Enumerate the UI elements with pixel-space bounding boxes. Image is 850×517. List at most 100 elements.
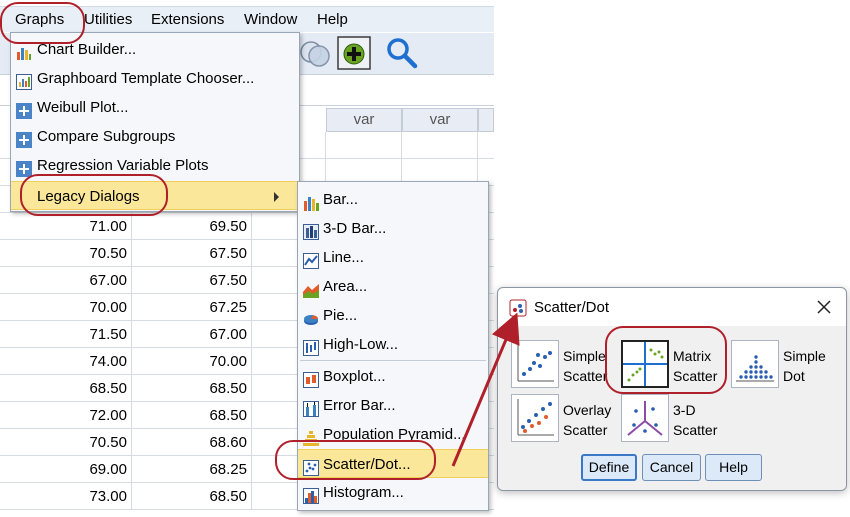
menu-item-label: Weibull Plot... [37, 99, 129, 116]
menu-window[interactable]: Window [244, 11, 297, 31]
option-label: Simple [563, 348, 606, 364]
area-chart-icon [303, 279, 319, 298]
table-cell[interactable]: 68.50 [0, 375, 132, 402]
column-header-var[interactable]: var [402, 108, 478, 132]
table-cell[interactable]: 71.50 [0, 321, 132, 348]
dialog-titlebar[interactable]: Scatter/Dot [498, 288, 846, 326]
help-button[interactable]: Help [705, 454, 762, 481]
table-cell[interactable]: 67.00 [132, 321, 252, 348]
bar-chart-icon [303, 192, 319, 211]
menu-item-label: Boxplot... [323, 368, 386, 385]
table-cell[interactable]: 68.25 [132, 456, 252, 483]
legacy-dialogs-submenu: Bar... 3-D Bar... Line... Area... Pie...… [297, 181, 489, 511]
table-cell[interactable]: 72.00 [0, 402, 132, 429]
menu-item-label: High-Low... [323, 336, 399, 353]
plus-box-icon [16, 129, 32, 148]
option-overlay-scatter[interactable]: Overlay Scatter [511, 394, 619, 444]
option-label: Dot [783, 368, 805, 384]
menu-item-label: Pie... [323, 307, 358, 324]
menu-item-pie[interactable]: Pie... [298, 301, 488, 330]
search-icon[interactable] [384, 36, 418, 70]
menu-item-weibull[interactable]: Weibull Plot... [11, 93, 299, 122]
menu-graphs[interactable]: Graphs [15, 11, 64, 31]
menu-help[interactable]: Help [317, 11, 348, 31]
table-cell[interactable]: 70.50 [0, 429, 132, 456]
option-matrix-scatter[interactable]: Matrix Scatter [621, 340, 729, 390]
menu-item-compare-subgroups[interactable]: Compare Subgroups [11, 122, 299, 151]
option-label: 3-D [673, 402, 696, 418]
menu-item-boxplot[interactable]: Boxplot... [298, 362, 488, 391]
menu-item-label: Graphboard Template Chooser... [37, 70, 255, 87]
menu-item-chart-builder[interactable]: Chart Builder... [11, 35, 299, 64]
menu-item-label: Histogram... [323, 484, 404, 501]
menu-item-high-low[interactable]: High-Low... [298, 330, 488, 359]
add-icon[interactable] [337, 36, 371, 70]
error-bar-icon [303, 398, 319, 417]
table-cell[interactable]: 73.00 [0, 483, 132, 510]
option-simple-scatter[interactable]: Simple Scatter [511, 340, 619, 390]
graphs-menu: Chart Builder... Graphboard Template Cho… [10, 32, 300, 212]
plus-box-icon [16, 100, 32, 119]
table-cell[interactable]: 70.00 [0, 294, 132, 321]
column-header-var[interactable]: var [326, 108, 402, 132]
table-cell[interactable]: 70.50 [0, 240, 132, 267]
pie-chart-icon [303, 308, 319, 325]
option-label: Scatter [673, 422, 718, 438]
menu-item-label: 3-D Bar... [323, 220, 387, 237]
menu-item-3d-bar[interactable]: 3-D Bar... [298, 214, 488, 243]
option-label: Scatter [673, 368, 718, 384]
high-low-icon [303, 337, 319, 356]
menu-item-bar[interactable]: Bar... [298, 185, 488, 214]
table-cell[interactable]: 69.00 [0, 456, 132, 483]
venn-icon[interactable] [298, 36, 332, 70]
table-cell[interactable]: 67.00 [0, 267, 132, 294]
menu-item-label: Compare Subgroups [37, 128, 176, 145]
define-button[interactable]: Define [581, 454, 637, 481]
menu-item-population-pyramid[interactable]: Population Pyramid... [298, 420, 488, 449]
table-cell[interactable]: 74.00 [0, 348, 132, 375]
matrix-scatter-icon [621, 340, 669, 388]
option-label: Matrix [673, 348, 712, 364]
option-3d-scatter[interactable]: 3-D Scatter [621, 394, 729, 444]
menu-item-regression-plots[interactable]: Regression Variable Plots [11, 151, 299, 180]
menu-item-label: Legacy Dialogs [37, 188, 140, 205]
simple-dot-icon [731, 340, 779, 388]
menu-item-label: Scatter/Dot... [323, 456, 411, 473]
table-cell[interactable]: 67.25 [132, 294, 252, 321]
table-cell[interactable]: 68.60 [132, 429, 252, 456]
menu-utilities[interactable]: Utilities [84, 11, 132, 31]
menu-item-legacy-dialogs[interactable]: Legacy Dialogs [11, 181, 299, 210]
column-header-partial[interactable] [478, 108, 494, 132]
table-cell[interactable]: 68.50 [132, 402, 252, 429]
menu-item-label: Bar... [323, 191, 359, 208]
menu-item-label: Line... [323, 249, 364, 266]
menu-item-line[interactable]: Line... [298, 243, 488, 272]
menu-item-graphboard[interactable]: Graphboard Template Chooser... [11, 64, 299, 93]
3d-bar-icon [303, 221, 319, 240]
close-icon[interactable] [816, 299, 832, 315]
table-cell[interactable] [402, 132, 478, 159]
menu-item-label: Error Bar... [323, 397, 396, 414]
table-cell[interactable]: 68.50 [132, 483, 252, 510]
table-cell[interactable] [326, 132, 402, 159]
table-cell[interactable]: 71.00 [0, 213, 132, 240]
menu-item-error-bar[interactable]: Error Bar... [298, 391, 488, 420]
table-cell[interactable]: 70.00 [132, 348, 252, 375]
option-label: Simple [783, 348, 826, 364]
menu-item-histogram[interactable]: Histogram... [298, 478, 488, 507]
table-cell[interactable]: 68.50 [132, 375, 252, 402]
table-cell[interactable]: 67.50 [132, 240, 252, 267]
menu-item-scatter-dot[interactable]: Scatter/Dot... [298, 449, 488, 478]
option-simple-dot[interactable]: Simple Dot [731, 340, 839, 390]
table-cell[interactable]: 69.50 [132, 213, 252, 240]
cancel-button[interactable]: Cancel [642, 454, 701, 481]
table-cell[interactable]: 67.50 [132, 267, 252, 294]
pyramid-icon [303, 427, 319, 446]
3d-scatter-icon [621, 394, 669, 442]
menu-item-area[interactable]: Area... [298, 272, 488, 301]
menu-separator [300, 360, 486, 361]
menu-extensions[interactable]: Extensions [151, 11, 224, 31]
dialog-title: Scatter/Dot [534, 299, 610, 316]
option-label: Scatter [563, 368, 608, 384]
menu-item-label: Area... [323, 278, 368, 295]
